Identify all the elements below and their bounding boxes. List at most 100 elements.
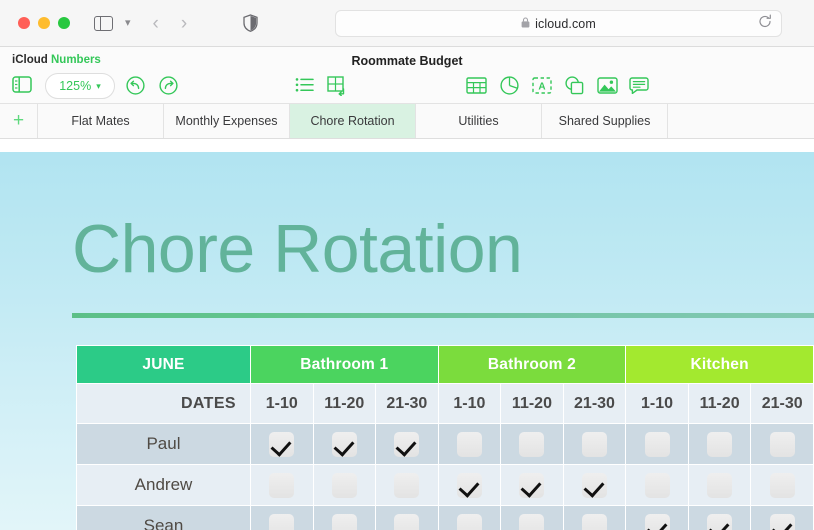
zoom-selector[interactable]: 125% ▾ [45,73,115,99]
cell-sean-3[interactable] [437,505,502,530]
sheet-tab-empty-space [668,104,814,138]
checkbox-unchecked-icon[interactable] [581,513,607,530]
checkbox-checked-icon[interactable] [519,472,545,498]
checkbox-unchecked-icon[interactable] [331,472,357,498]
checkbox-unchecked-icon[interactable] [769,431,795,457]
checkbox-unchecked-icon[interactable] [456,513,482,530]
cell-paul-1[interactable] [312,423,377,465]
privacy-shield-icon[interactable] [243,14,258,32]
checkbox-unchecked-icon[interactable] [707,472,733,498]
group-header-bathroom-2: Bathroom 2 [437,345,627,384]
cell-andrew-1[interactable] [312,464,377,506]
checkbox-unchecked-icon[interactable] [269,472,295,498]
cell-andrew-5[interactable] [562,464,627,506]
close-window-button[interactable] [18,17,30,29]
checkbox-checked-icon[interactable] [581,472,607,498]
table-icon[interactable] [466,77,487,99]
table-row: Sean [76,505,814,530]
cell-andrew-6[interactable] [625,464,689,506]
cell-sean-0[interactable] [249,505,314,530]
cell-sean-7[interactable] [687,505,752,530]
checkbox-checked-icon[interactable] [394,431,420,457]
group-header-bathroom-1: Bathroom 1 [249,345,439,384]
sheet-tab-chore-rotation[interactable]: Chore Rotation [290,104,416,138]
reload-icon[interactable] [758,14,772,33]
checkbox-checked-icon[interactable] [269,431,295,457]
spreadsheet-canvas[interactable]: Chore Rotation JUNE Bathroom 1 Bathroom … [0,152,814,530]
cell-paul-5[interactable] [562,423,627,465]
cell-sean-4[interactable] [500,505,564,530]
checkbox-unchecked-icon[interactable] [707,431,733,457]
checkbox-unchecked-icon[interactable] [394,472,420,498]
checkbox-unchecked-icon[interactable] [644,472,670,498]
sheet-tab-flat-mates[interactable]: Flat Mates [38,104,164,138]
checkbox-checked-icon[interactable] [707,513,733,530]
cell-andrew-4[interactable] [500,464,564,506]
chore-rotation-table[interactable]: JUNE Bathroom 1 Bathroom 2 Kitchen DATES… [76,345,814,530]
address-bar-url: icloud.com [535,16,596,31]
cell-paul-3[interactable] [437,423,502,465]
cell-paul-4[interactable] [500,423,564,465]
date-col-3: 1-10 [437,383,502,424]
cell-andrew-0[interactable] [249,464,314,506]
checkbox-checked-icon[interactable] [331,431,357,457]
date-col-1: 11-20 [312,383,377,424]
cell-andrew-2[interactable] [375,464,439,506]
sheet-tab-utilities[interactable]: Utilities [416,104,542,138]
cell-andrew-8[interactable] [750,464,814,506]
cell-paul-7[interactable] [687,423,752,465]
sheet-tab-monthly-expenses[interactable]: Monthly Expenses [164,104,290,138]
format-list-icon[interactable] [295,77,314,98]
page-title: Chore Rotation [72,211,523,287]
media-icon[interactable] [597,77,618,99]
checkbox-unchecked-icon[interactable] [519,513,545,530]
address-bar[interactable]: icloud.com [335,10,782,37]
minimize-window-button[interactable] [38,17,50,29]
cell-sean-6[interactable] [625,505,689,530]
table-group-header-row: JUNE Bathroom 1 Bathroom 2 Kitchen [76,345,814,384]
text-box-icon[interactable]: A [532,77,552,99]
checkbox-unchecked-icon[interactable] [519,431,545,457]
numbers-app-bar: iCloud Numbers Roommate Budget 125% ▾ A [0,47,814,104]
cell-paul-2[interactable] [375,423,439,465]
checkbox-unchecked-icon[interactable] [644,431,670,457]
table-body: Paul Andrew Sean [76,423,814,530]
cell-paul-0[interactable] [249,423,314,465]
add-sheet-button[interactable]: + [0,104,38,138]
sidebar-icon[interactable] [94,15,113,31]
cell-paul-6[interactable] [625,423,689,465]
cell-sean-8[interactable] [750,505,814,530]
checkbox-unchecked-icon[interactable] [581,431,607,457]
sidebar-toggle-icon[interactable] [12,76,32,98]
checkbox-unchecked-icon[interactable] [456,431,482,457]
undo-icon[interactable] [126,76,145,100]
back-button[interactable]: ‹ [153,14,159,33]
cell-sean-1[interactable] [312,505,377,530]
date-col-8: 21-30 [750,383,814,424]
window-traffic-lights [18,17,70,29]
table-dates-row: DATES 1-10 11-20 21-30 1-10 11-20 21-30 … [76,383,814,424]
redo-icon[interactable] [159,76,178,100]
chevron-down-icon: ▾ [96,80,101,91]
chart-icon[interactable] [500,76,519,100]
cell-sean-5[interactable] [562,505,627,530]
checkbox-unchecked-icon[interactable] [269,513,295,530]
cell-sean-2[interactable] [375,505,439,530]
forward-button[interactable]: › [181,14,187,33]
checkbox-unchecked-icon[interactable] [769,472,795,498]
sheet-tab-shared-supplies[interactable]: Shared Supplies [542,104,668,138]
maximize-window-button[interactable] [58,17,70,29]
checkbox-checked-icon[interactable] [769,513,795,530]
checkbox-unchecked-icon[interactable] [394,513,420,530]
group-header-kitchen: Kitchen [625,345,814,384]
cell-paul-8[interactable] [750,423,814,465]
checkbox-checked-icon[interactable] [456,472,482,498]
comment-icon[interactable] [629,77,649,99]
cell-andrew-7[interactable] [687,464,752,506]
shape-icon[interactable] [564,76,584,100]
cell-andrew-3[interactable] [437,464,502,506]
checkbox-checked-icon[interactable] [644,513,670,530]
checkbox-unchecked-icon[interactable] [331,513,357,530]
chevron-down-icon[interactable]: ▾ [125,17,131,29]
insert-row-icon[interactable] [327,76,348,101]
